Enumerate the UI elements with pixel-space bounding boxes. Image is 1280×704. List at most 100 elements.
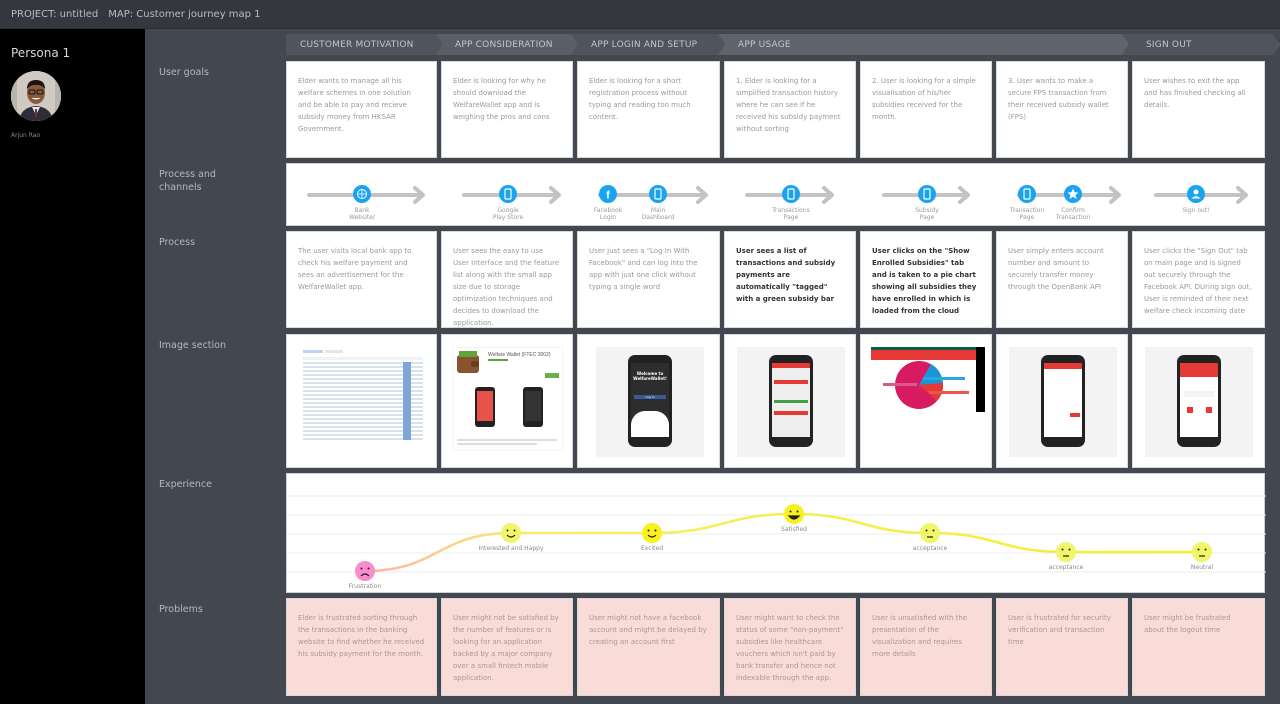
- channel-label: Bank Website/: [349, 207, 375, 221]
- row-label-process: Process: [159, 237, 196, 248]
- image-card-pie-chart-screen[interactable]: [860, 334, 992, 468]
- problem-card[interactable]: User might not have a facebook account a…: [577, 598, 720, 696]
- play-store-screenshot: Welfare Wallet (FTEC 3002): [453, 347, 563, 451]
- emotion-label: Neutral: [1190, 564, 1214, 571]
- process-card[interactable]: User clicks the "Sign Out" tab on main p…: [1132, 231, 1265, 328]
- image-frame: [1009, 347, 1117, 457]
- channel-node-main-dashboard[interactable]: [649, 185, 667, 207]
- process-card[interactable]: User sees the easy to use User Interface…: [441, 231, 573, 328]
- globe-icon: [353, 185, 371, 203]
- experience-chart: Frustration Interested and Happy Excited Sa…: [286, 473, 1266, 593]
- phone-icon: [918, 185, 936, 203]
- image-card-transfer-screen[interactable]: [996, 334, 1128, 468]
- user-icon: [1187, 185, 1205, 203]
- star-icon: [1064, 185, 1082, 203]
- image-card-play-store[interactable]: Welfare Wallet (FTEC 3002): [441, 334, 573, 468]
- image-frame: Welcome to WelfareWallet! Log in: [596, 347, 704, 457]
- goal-card[interactable]: Elder wants to manage all his welfare sc…: [286, 61, 437, 158]
- phone-icon: [499, 185, 517, 203]
- process-card[interactable]: User simply enters account number and am…: [996, 231, 1128, 328]
- row-label-experience: Experience: [159, 479, 212, 490]
- channel-node-transactions-page[interactable]: [782, 185, 800, 207]
- channel-node-facebook-login[interactable]: f: [599, 185, 617, 207]
- stage-app-consideration[interactable]: APP CONSIDERATION: [441, 34, 576, 55]
- emotion-face-very-happy-icon[interactable]: [784, 504, 804, 524]
- emotion-label: Satisfied: [781, 526, 807, 533]
- process-card[interactable]: User just sees a "Log In With Facebook" …: [577, 231, 720, 328]
- stage-customer-motivation[interactable]: CUSTOMER MOTIVATION: [286, 34, 436, 55]
- map-name[interactable]: MAP: Customer journey map 1: [108, 9, 260, 20]
- emotion-label: acceptance: [1048, 564, 1084, 571]
- image-frame: [1145, 347, 1253, 457]
- emotion-label: Excited: [640, 545, 664, 552]
- image-card-welcome-screen[interactable]: Welcome to WelfareWallet! Log in: [577, 334, 720, 468]
- experience-curve-svg: [287, 495, 1266, 581]
- problem-card[interactable]: User might be frustrated about the logou…: [1132, 598, 1265, 696]
- persona-name: Arjun Rao: [11, 132, 41, 139]
- stage-sign-out[interactable]: SIGN OUT: [1132, 34, 1272, 55]
- login-button-image: Log in: [634, 395, 666, 399]
- channel-label: Sign out!: [1182, 207, 1210, 214]
- avatar[interactable]: [11, 71, 61, 121]
- channel-node-transaction-page[interactable]: [1018, 185, 1036, 207]
- emotion-face-neutral-icon[interactable]: [920, 523, 940, 543]
- stage-app-usage[interactable]: APP USAGE: [724, 34, 1124, 55]
- phone-icon: [782, 185, 800, 203]
- channels-strip: Bank Website/ Google Play Store f Facebook…: [286, 163, 1265, 226]
- pie-chart-screenshot: [871, 347, 985, 412]
- channel-node-play-store[interactable]: [499, 185, 517, 207]
- channel-node-bank[interactable]: [353, 185, 371, 207]
- emotion-face-sad-icon[interactable]: [355, 561, 375, 581]
- image-frame: [737, 347, 845, 457]
- channel-node-sign-out[interactable]: [1187, 185, 1205, 207]
- problem-card[interactable]: User might want to check the status of s…: [724, 598, 856, 696]
- problem-card[interactable]: User might not be satisfied by the numbe…: [441, 598, 573, 696]
- channel-label: Confirm Transaction: [1055, 207, 1091, 221]
- goal-card[interactable]: Elder is looking for why he should downl…: [441, 61, 573, 158]
- goal-card[interactable]: 2. User is looking for a simple visualis…: [860, 61, 992, 158]
- journey-map: CUSTOMER MOTIVATION APP CONSIDERATION AP…: [145, 29, 1280, 704]
- goal-card[interactable]: 1. Elder is looking for a simplified tra…: [724, 61, 856, 158]
- emotion-face-neutral-icon[interactable]: [1192, 542, 1212, 562]
- svg-text:f: f: [606, 190, 610, 202]
- emotion-label: Frustration: [348, 583, 382, 590]
- persona-sidebar: Persona 1 Arjun Rao: [0, 29, 145, 704]
- emotion-face-content-icon[interactable]: [501, 523, 521, 543]
- phone-mockup-welcome: Welcome to WelfareWallet! Log in: [628, 355, 672, 447]
- store-title: Welfare Wallet (FTEC 3002): [488, 352, 551, 358]
- stage-app-login-setup[interactable]: APP LOGIN AND SETUP: [577, 34, 724, 55]
- phone-mockup-transfer: [1041, 355, 1085, 447]
- image-card-transactions-screen[interactable]: [724, 334, 856, 468]
- persona-title[interactable]: Persona 1: [11, 46, 70, 60]
- channel-label: Google Play Store: [492, 207, 524, 221]
- emotion-face-happy-icon[interactable]: [642, 523, 662, 543]
- experience-line: [364, 512, 1202, 573]
- channel-label: Subsidy Page: [915, 207, 939, 221]
- goal-card[interactable]: Elder is looking for a short registratio…: [577, 61, 720, 158]
- channel-label: Transactions Page: [772, 207, 810, 221]
- emotion-label: Interested and Happy: [478, 545, 544, 552]
- emotion-face-neutral-icon[interactable]: [1056, 542, 1076, 562]
- process-card[interactable]: User sees a list of transactions and sub…: [724, 231, 856, 328]
- transaction-table-screenshot: [303, 350, 423, 440]
- image-card-dashboard-screen[interactable]: [1132, 334, 1265, 468]
- problem-card[interactable]: Elder is frustrated sorting through the …: [286, 598, 437, 696]
- process-card[interactable]: User clicks on the "Show Enrolled Subsid…: [860, 231, 992, 328]
- phone-mockup-transactions: [769, 355, 813, 447]
- row-label-user-goals: User goals: [159, 67, 209, 78]
- channel-node-confirm-transaction[interactable]: [1064, 185, 1082, 207]
- problem-card[interactable]: User is unsatisfied with the presentatio…: [860, 598, 992, 696]
- phone-icon: [1018, 185, 1036, 203]
- facebook-icon: f: [599, 185, 617, 203]
- row-label-problems: Problems: [159, 604, 203, 615]
- goal-card[interactable]: User wishes to exit the app and has fini…: [1132, 61, 1265, 158]
- process-card[interactable]: The user visits local bank app to check …: [286, 231, 437, 328]
- project-name[interactable]: PROJECT: untitled: [11, 9, 98, 20]
- image-card-transaction-list[interactable]: [286, 334, 437, 468]
- row-label-image-section: Image section: [159, 340, 226, 351]
- goal-card[interactable]: 3. User wants to make a secure FPS trans…: [996, 61, 1128, 158]
- channel-node-subsidy-page[interactable]: [918, 185, 936, 207]
- problem-card[interactable]: User is frustrated for security verifica…: [996, 598, 1128, 696]
- channel-label: Main Dashboard: [641, 207, 675, 221]
- welcome-title: Welcome to WelfareWallet!: [633, 371, 667, 381]
